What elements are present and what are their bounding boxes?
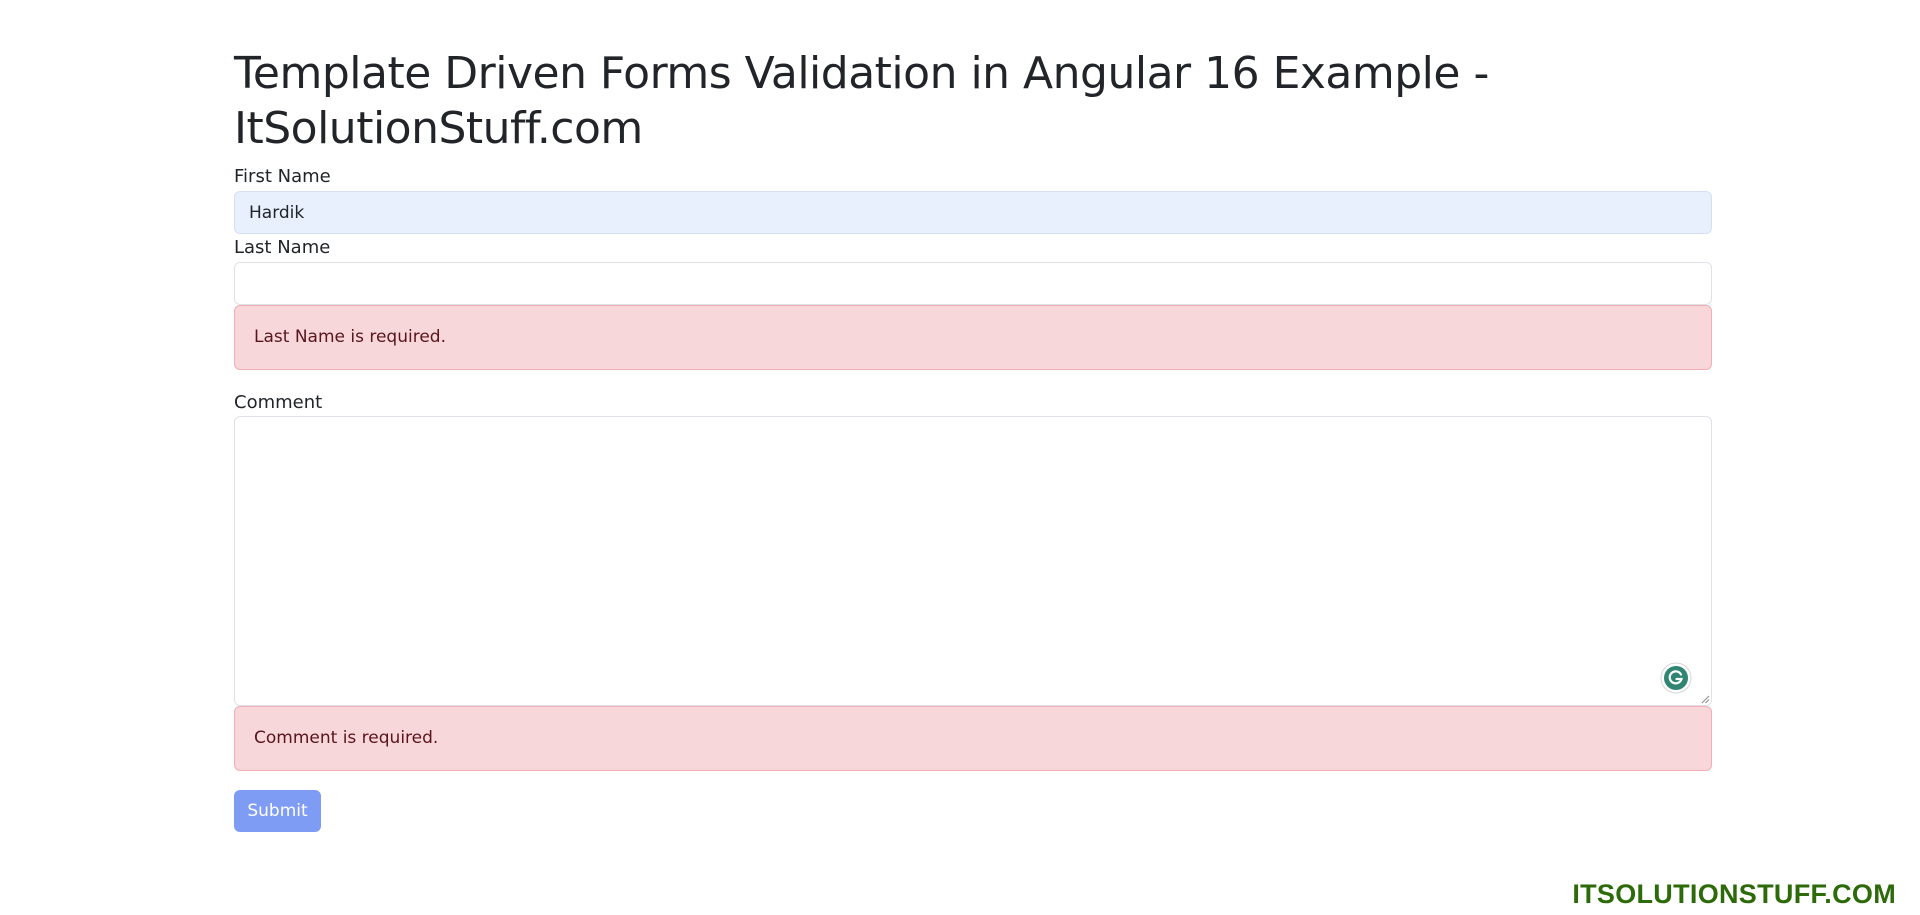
- comment-label: Comment: [234, 392, 323, 413]
- last-name-input[interactable]: [234, 262, 1712, 305]
- last-name-error-alert: Last Name is required.: [234, 305, 1712, 370]
- comment-error-alert: Comment is required.: [234, 706, 1712, 771]
- grammarly-icon[interactable]: [1660, 662, 1692, 694]
- last-name-label: Last Name: [234, 237, 331, 258]
- first-name-label: First Name: [234, 166, 331, 187]
- page-title: Template Driven Forms Validation in Angu…: [234, 48, 1489, 154]
- first-name-input[interactable]: [234, 191, 1712, 234]
- resize-handle-icon[interactable]: [1700, 694, 1710, 704]
- submit-button[interactable]: Submit: [234, 790, 321, 832]
- comment-textarea[interactable]: [234, 416, 1712, 706]
- site-watermark: ITSOLUTIONSTUFF.COM: [1572, 879, 1896, 909]
